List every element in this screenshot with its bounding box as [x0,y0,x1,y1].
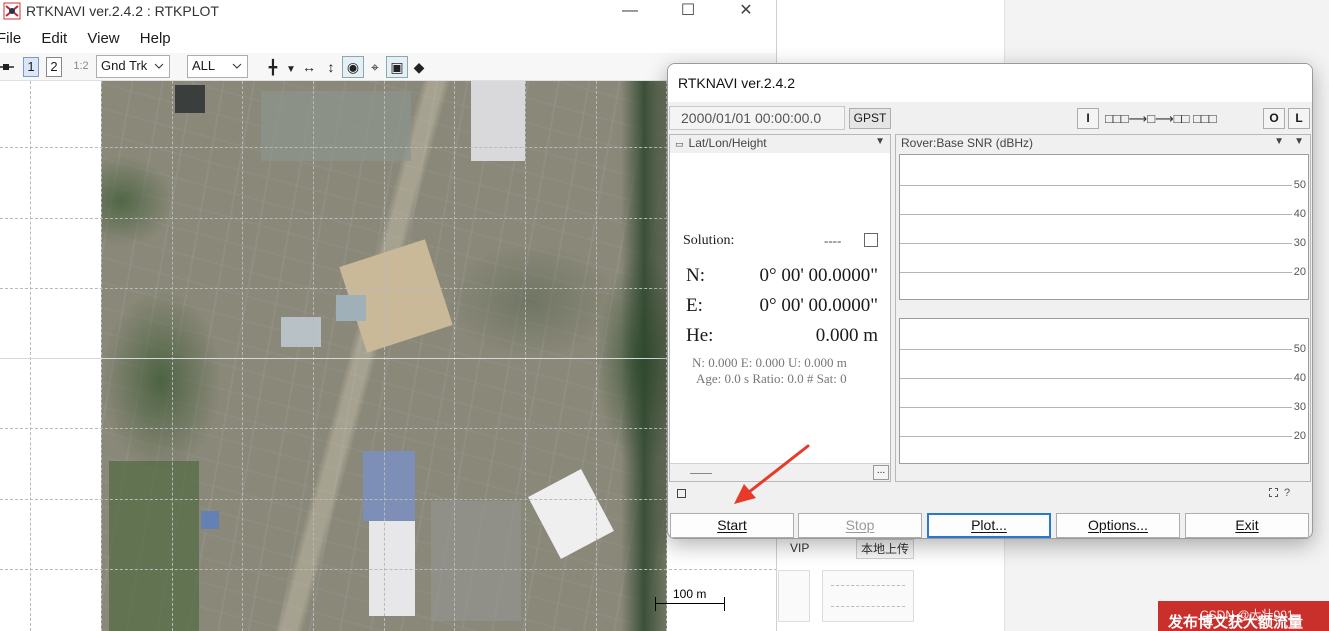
height-value: 0.000 m [815,325,878,346]
menu-help[interactable]: Help [140,30,171,47]
solution-format-select[interactable]: ▭ Lat/Lon/Height ▼ [670,135,890,153]
snr-tick-label: 20 [1293,430,1306,442]
snr-tick-label: 20 [1293,266,1306,278]
plot-type-value: Gnd Trk [101,58,148,73]
options-button[interactable]: Options... [1056,513,1180,538]
north-label: N: [686,265,705,286]
solution-status: ---- [824,233,842,248]
solution-status-indicator [864,233,878,247]
dropdown-arrow-icon[interactable]: ▼ [284,60,298,82]
east-label: E: [686,295,703,316]
height-label: He: [686,325,714,346]
dropdown-arrow-icon[interactable]: ▼ [1274,136,1284,147]
snr-tick-label: 30 [1293,401,1306,413]
stop-button[interactable]: Stop [798,513,922,538]
snr-tick-label: 30 [1293,237,1306,249]
satellite-filter-value: ALL [192,58,216,73]
rtkplot-titlebar[interactable]: RTKNAVI ver.2.4.2 : RTKPLOT — ☐ ✕ [0,0,776,28]
map-scale-label: 100 m [673,587,707,601]
status-indicator-icon [677,489,686,498]
mark-point-icon[interactable]: ◆ [408,57,430,79]
rtkplot-window: RTKNAVI ver.2.4.2 : RTKPLOT — ☐ ✕ File E… [0,0,777,631]
north-value: 0° 00' 00.0000" [759,265,878,286]
snr-tick-label: 40 [1293,208,1306,220]
time-system-button[interactable]: GPST [849,108,891,129]
vip-label[interactable]: VIP [790,541,809,555]
enu-baseline-text: N: 0.000 E: 0.000 U: 0.000 m [692,355,847,370]
dropdown-arrow-icon[interactable]: ▼ [875,136,885,147]
plot-type-select[interactable]: Gnd Trk [96,55,170,78]
show-solution-1-button[interactable]: 1 [23,57,39,77]
east-value: 0° 00' 00.0000" [759,295,878,316]
time-display: 2000/01/01 00:00:00.0 [669,106,845,130]
minimize-icon[interactable]: — [608,0,652,24]
input-stream-button[interactable]: I [1077,108,1099,129]
snr-display-select[interactable]: Rover:Base SNR (dBHz) ▼ ▼ [896,135,1310,153]
base-snr-plot[interactable]: 50 40 30 20 [899,318,1309,464]
stream-status-indicator: □□□⟶□⟶□□ □□□ [1105,111,1217,126]
rtknavi-titlebar[interactable]: RTKNAVI ver.2.4.2 [668,64,1312,102]
snr-tick-label: 50 [1293,343,1306,355]
exit-button[interactable]: Exit [1185,513,1309,538]
fit-vertical-icon[interactable]: ↕ [320,57,342,79]
more-button[interactable]: ... [873,465,889,480]
image-thumbnail[interactable] [778,570,810,622]
menu-file[interactable]: File [0,30,21,47]
dropdown-arrow-icon[interactable]: ▼ [1294,136,1304,147]
snr-display-label: Rover:Base SNR (dBHz) [901,136,1034,150]
menu-bar: File Edit View Help [0,30,187,52]
snr-tick-label: 50 [1293,179,1306,191]
solution-label: Solution: [683,233,735,248]
rover-snr-plot[interactable]: 50 40 30 20 [899,154,1309,300]
center-origin-icon[interactable]: ◉ [342,56,364,78]
grip-icon: ▭ [675,139,684,149]
plot-button[interactable]: Plot... [927,513,1051,538]
start-button[interactable]: Start [670,513,794,538]
crosshair-icon[interactable]: ╋ [262,57,284,79]
menu-edit[interactable]: Edit [41,30,67,47]
snr-tick-label: 40 [1293,372,1306,384]
solution-format-label: Lat/Lon/Height [688,136,767,150]
window-title: RTKNAVI ver.2.4.2 : RTKPLOT [26,3,219,19]
satellite-filter-select[interactable]: ALL [187,55,248,78]
window-title: RTKNAVI ver.2.4.2 [678,75,795,91]
annotation-arrow-icon [734,444,810,504]
local-upload-button[interactable]: 本地上传 [856,539,914,559]
time-bar: 2000/01/01 00:00:00.0 GPST I □□□⟶□⟶□□ □□… [669,106,1311,130]
chevron-down-icon [154,63,164,69]
rtklib-app-icon [3,2,21,20]
solution-panel: ▭ Lat/Lon/Height ▼ Solution: ---- N: 0° 0… [669,134,891,482]
fit-horizontal-icon[interactable]: ↔ [298,57,320,79]
show-solution-1-2-button[interactable]: 1:2 [70,57,92,77]
close-icon[interactable]: ✕ [724,0,768,24]
output-stream-button[interactable]: O [1263,108,1285,129]
chevron-down-icon [232,63,242,69]
snr-panel: Rover:Base SNR (dBHz) ▼ ▼ 50 40 30 20 50… [895,134,1311,482]
plot-canvas[interactable] [0,81,776,631]
log-stream-button[interactable]: L [1288,108,1310,129]
show-map-icon[interactable]: ▣ [386,56,408,78]
plot-tool-icons: ╋ ▼ ↔ ↕ ◉ ⌖ ▣ ◆ [262,56,430,78]
points-toggle-icon[interactable] [0,57,14,77]
menu-view[interactable]: View [87,30,119,47]
image-thumbnail[interactable] [822,570,914,622]
show-solution-2-button[interactable]: 2 [46,57,62,77]
center-point-icon[interactable]: ⌖ [364,57,386,79]
maximize-icon[interactable]: ☐ [666,0,710,24]
csdn-watermark: CSDN @大壮001 [1200,608,1294,622]
age-ratio-text: Age: 0.0 s Ratio: 0.0 # Sat: 0 [696,371,847,386]
status-help-icon[interactable]: ? [1269,487,1290,499]
